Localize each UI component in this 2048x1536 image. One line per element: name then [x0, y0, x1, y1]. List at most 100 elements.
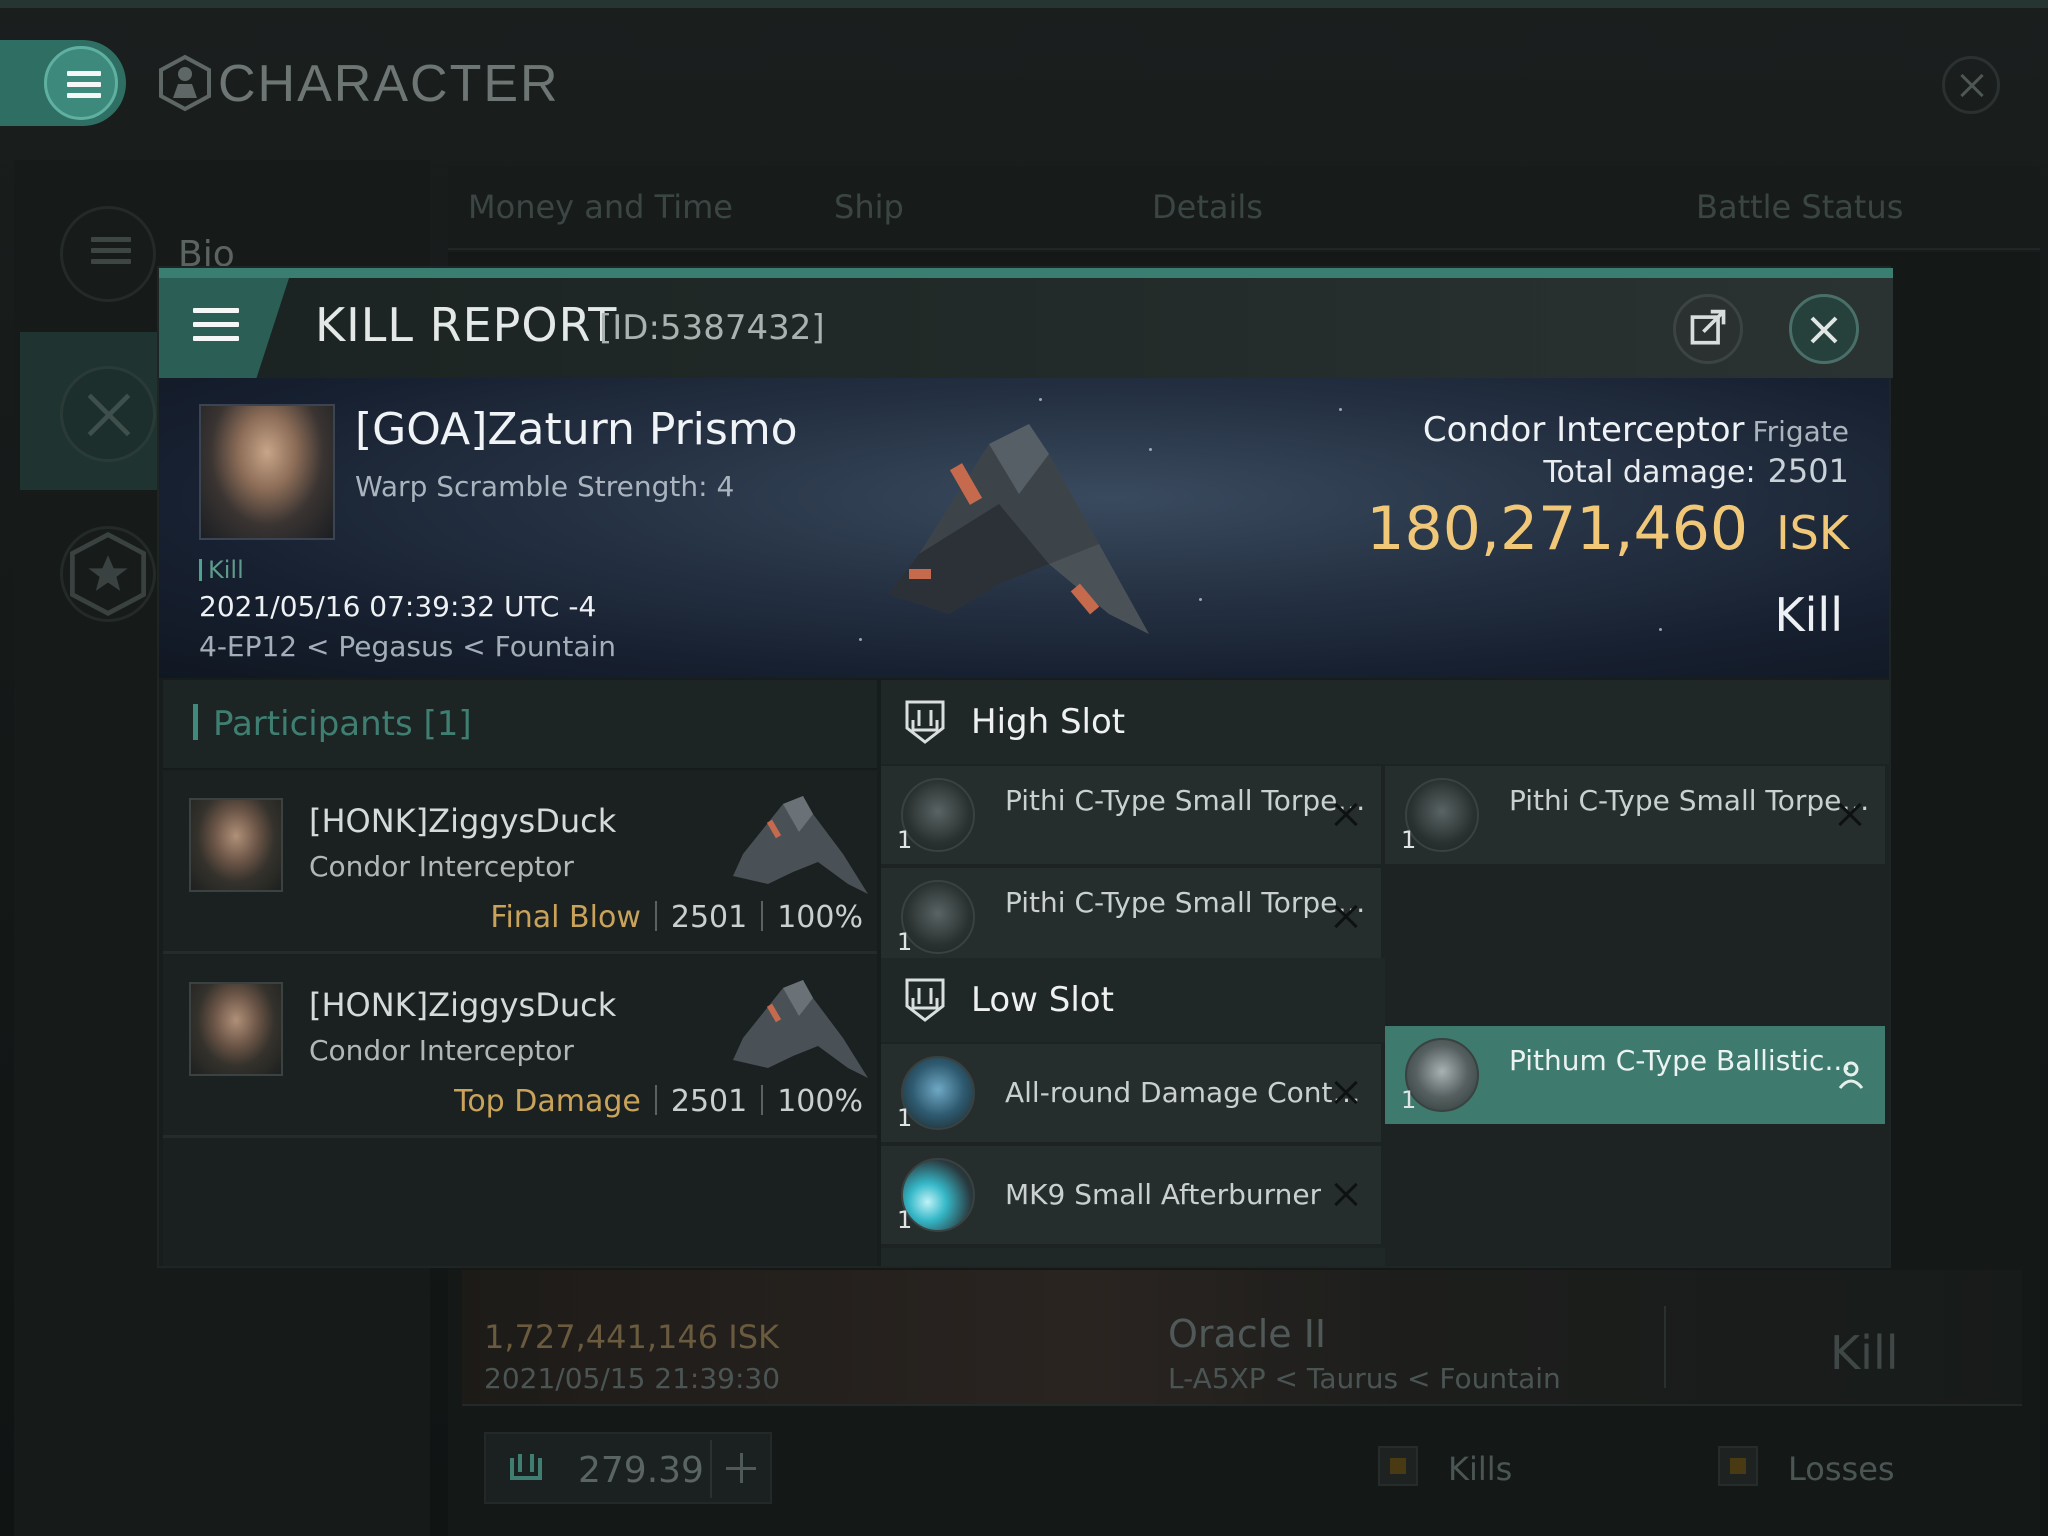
tab-battle-status[interactable]: Battle Status: [1696, 188, 1903, 226]
participant-ship-image: [733, 980, 868, 1078]
participant-percent: 100%: [777, 1084, 863, 1119]
row-date: 2021/05/15 21:39:30: [484, 1362, 781, 1395]
external-link-button[interactable]: [1673, 294, 1743, 364]
participants-title: Participants [1]: [213, 704, 472, 744]
modal-title: KILL REPORT: [315, 298, 618, 352]
module-qty: 1: [1401, 1086, 1417, 1114]
participant-tag: Top Damage: [454, 1084, 641, 1119]
participant-ship: Condor Interceptor: [309, 1034, 574, 1067]
currency-amount: 279.39: [578, 1450, 704, 1491]
participant-portrait: [189, 798, 283, 892]
module-qty: 1: [897, 1104, 913, 1132]
participant-tag: Final Blow: [490, 900, 641, 935]
row-isk-value: 1,727,441,146 ISK: [484, 1318, 780, 1356]
module-item[interactable]: 1 All-round Damage Control: [881, 1044, 1381, 1142]
isk-unit: ISK: [1776, 506, 1849, 560]
total-damage-value: 2501: [1767, 452, 1849, 490]
participant-stats: Top Damage 2501 100%: [454, 1084, 863, 1119]
menu-icon: [193, 308, 239, 341]
low-slot-icon: [905, 978, 945, 1022]
destroyed-icon: [1333, 1080, 1359, 1106]
module-name: Pithum C-Type Ballistic...: [1509, 1044, 1852, 1077]
row-ship-name: Oracle II: [1168, 1312, 1327, 1356]
menu-icon: [44, 46, 118, 120]
kill-report-id: [ID:5387432]: [599, 308, 825, 348]
kills-checkbox[interactable]: [1378, 1446, 1418, 1486]
destroyed-icon: [1837, 802, 1863, 828]
module-item[interactable]: 1 Pithi C-Type Small Torpedo ...: [1385, 766, 1885, 864]
bottom-bar: 279.39 Kills Losses: [462, 1420, 2022, 1516]
participant-portrait: [189, 982, 283, 1076]
victim-banner: [GOA]Zaturn Prismo Warp Scramble Strengt…: [159, 378, 1889, 678]
victim-ship-class: Frigate: [1752, 415, 1850, 448]
modal-menu-button[interactable]: [159, 278, 289, 378]
module-name: Pithi C-Type Small Torpedo ...: [1005, 784, 1367, 817]
fitting-panel: High Slot 1 Pithi C-Type Small Torpedo .…: [881, 680, 1889, 1266]
victim-ship-name: Condor Interceptor: [1422, 410, 1745, 450]
participant-stats: Final Blow 2501 100%: [490, 900, 863, 935]
bio-menu-icon: [60, 206, 156, 302]
participants-panel: Participants [1] [HONK]ZiggysDuck Condor…: [163, 680, 877, 1266]
window-title: CHARACTER: [218, 55, 560, 113]
losses-checkbox[interactable]: [1718, 1446, 1758, 1486]
currency-box: 279.39: [484, 1432, 772, 1504]
participant-percent: 100%: [777, 900, 863, 935]
tab-money-and-time[interactable]: Money and Time: [468, 188, 733, 226]
kill-tag: Kill: [199, 556, 244, 584]
module-item[interactable]: 1 MK9 Small Afterburner: [881, 1146, 1381, 1244]
destroyed-icon: [1333, 904, 1359, 930]
destroyed-icon: [1333, 1182, 1359, 1208]
kill-location: 4-EP12 < Pegasus < Fountain: [199, 630, 617, 663]
tab-bar: Money and Time Ship Details Battle Statu…: [448, 166, 2040, 250]
destroyed-icon: [1333, 802, 1359, 828]
participant-ship-image: [733, 796, 868, 894]
plus-icon[interactable]: [710, 1440, 768, 1498]
warp-scramble-strength: Warp Scramble Strength: 4: [355, 470, 735, 503]
modal-accent-bar: [159, 268, 1893, 278]
tab-ship[interactable]: Ship: [834, 188, 904, 226]
person-icon: [1838, 1061, 1864, 1089]
row-divider: [1664, 1306, 1666, 1388]
kill-report-modal: KILL REPORT [ID:5387432] [GOA]Zaturn Pri…: [157, 266, 1893, 1268]
low-slot-title: Low Slot: [971, 980, 1114, 1020]
module-item[interactable]: 1 Pithi C-Type Small Torpedo ...: [881, 766, 1381, 864]
kills-label: Kills: [1448, 1450, 1513, 1488]
victim-name[interactable]: [GOA]Zaturn Prismo: [355, 404, 798, 455]
crossed-swords-icon: [60, 366, 156, 462]
isk-value: 180,271,460 ISK: [1366, 494, 1849, 564]
module-qty: 1: [897, 1206, 913, 1234]
module-name: All-round Damage Control: [1005, 1076, 1367, 1109]
victim-ship[interactable]: Condor Interceptor Frigate: [1423, 410, 1849, 450]
close-icon[interactable]: [1789, 294, 1859, 364]
row-result: Kill: [1830, 1326, 1899, 1380]
row-location: L-A5XP < Taurus < Fountain: [1168, 1362, 1561, 1395]
currency-icon: [510, 1454, 542, 1480]
participant-name: [HONK]ZiggysDuck: [309, 986, 617, 1024]
window-close-button[interactable]: [1942, 56, 2000, 114]
participant-row[interactable]: [HONK]ZiggysDuck Condor Interceptor Fina…: [163, 772, 877, 954]
main-menu-button[interactable]: [0, 40, 126, 126]
participant-row[interactable]: [HONK]ZiggysDuck Condor Interceptor Top …: [163, 956, 877, 1138]
result-label: Kill: [1774, 588, 1843, 642]
isk-amount: 180,271,460: [1366, 494, 1749, 564]
top-accent-line: [0, 0, 2048, 8]
total-damage: Total damage: 2501: [1543, 452, 1849, 490]
kill-datetime: 2021/05/16 07:39:32 UTC -4: [199, 590, 597, 623]
high-slot-title: High Slot: [971, 702, 1126, 742]
victim-portrait[interactable]: [199, 404, 335, 540]
tab-details[interactable]: Details: [1152, 188, 1263, 226]
high-slot-header: High Slot: [881, 680, 1889, 764]
low-slot-header: Low Slot: [881, 958, 1385, 1042]
participant-name: [HONK]ZiggysDuck: [309, 802, 617, 840]
module-item-selected[interactable]: 1 Pithum C-Type Ballistic...: [1385, 1026, 1885, 1124]
battle-list-row[interactable]: 1,727,441,146 ISK 2021/05/15 21:39:30 Or…: [462, 1270, 2022, 1406]
losses-label: Losses: [1788, 1450, 1895, 1488]
participant-damage: 2501: [670, 1084, 748, 1119]
module-name: Pithi C-Type Small Torpedo ...: [1509, 784, 1871, 817]
total-damage-label: Total damage:: [1543, 455, 1756, 490]
modal-header: KILL REPORT [ID:5387432]: [159, 278, 1893, 378]
app-root: CHARACTER Bio Money and Time Ship Detail…: [0, 0, 2048, 1536]
next-slot-header: [881, 1248, 1385, 1266]
participant-damage: 2501: [670, 900, 748, 935]
module-item[interactable]: 1 Pithi C-Type Small Torpedo ...: [881, 868, 1381, 966]
